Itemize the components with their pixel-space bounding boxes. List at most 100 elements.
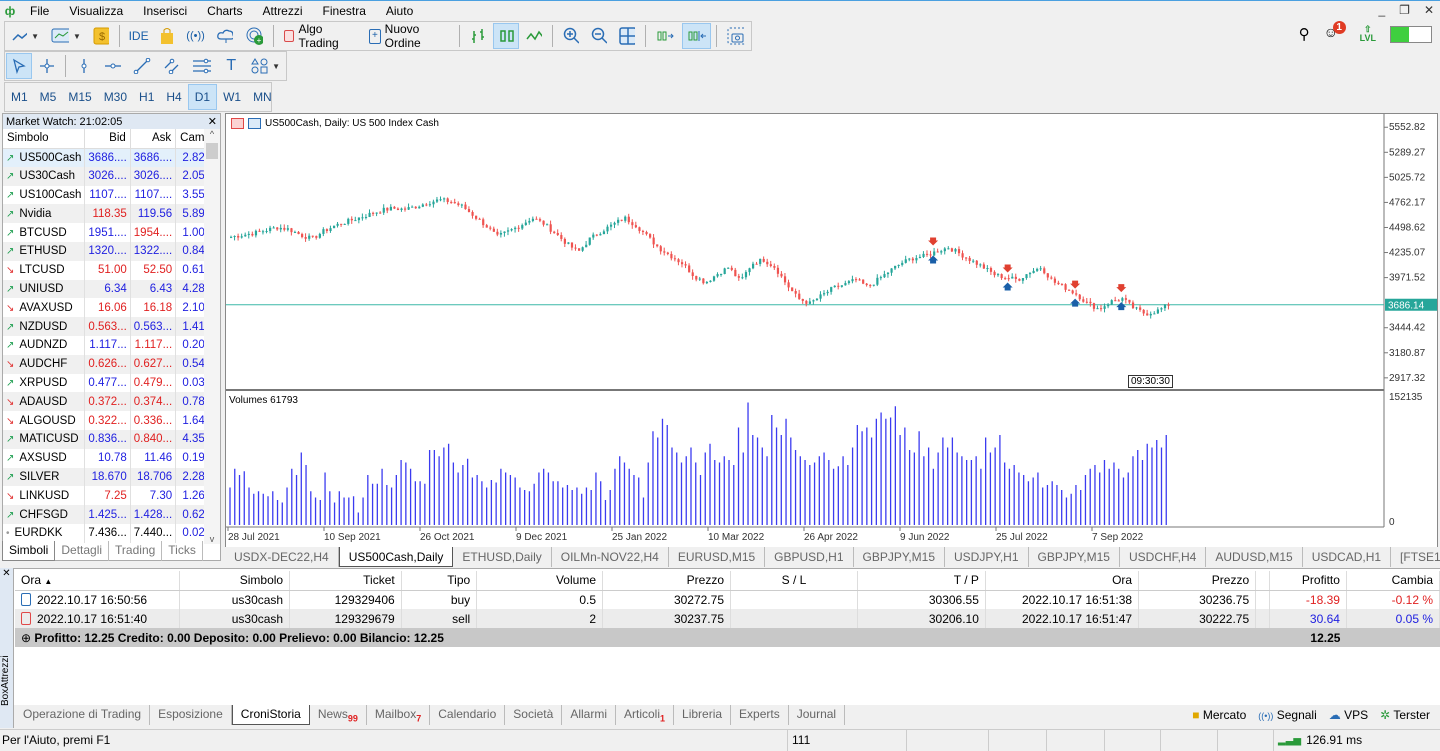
- toolbox-tab[interactable]: Articoli1: [616, 705, 675, 725]
- chart-template-dropdown[interactable]: ▼: [46, 23, 86, 49]
- chart-tab[interactable]: OILMn-NOV22,H4: [552, 547, 669, 567]
- toolbox-tab[interactable]: Libreria: [674, 705, 732, 725]
- menu-help[interactable]: Aiuto: [376, 4, 423, 18]
- column-header-type[interactable]: Tipo: [401, 571, 478, 591]
- column-header-close-price[interactable]: Prezzo: [1138, 571, 1257, 591]
- timeframe-mn[interactable]: MN: [247, 84, 278, 110]
- chart-window[interactable]: 5552.82 5289.27 5025.72 4762.17 4498.62 4235.…: [225, 113, 1438, 548]
- column-header-ticket[interactable]: Ticket: [289, 571, 402, 591]
- column-header-price[interactable]: Prezzo: [602, 571, 731, 591]
- algo-trading-button[interactable]: Algo Trading: [279, 22, 362, 50]
- market-watch-row[interactable]: ↗ US30Cash 3026.... 3026.... 2.05%: [3, 166, 220, 186]
- menu-insert[interactable]: Inserisci: [133, 4, 197, 18]
- toolbox-tab[interactable]: Operazione di Trading: [15, 705, 151, 725]
- vertical-line-tool[interactable]: [71, 53, 97, 79]
- channel-tool[interactable]: [158, 53, 185, 79]
- toolbox-tab[interactable]: Esposizione: [150, 705, 232, 725]
- market-watch-row[interactable]: • EURDKK 7.436... 7.440... 0.02%: [3, 523, 220, 543]
- timeframe-h1[interactable]: H1: [133, 84, 160, 110]
- tab-details[interactable]: Dettagli: [55, 541, 110, 561]
- market-watch-row[interactable]: ↘ AUDCHF 0.626... 0.627... 0.54%: [3, 354, 220, 374]
- chart-tab[interactable]: USDCAD,H1: [1303, 547, 1392, 567]
- zoom-out-button[interactable]: [586, 23, 612, 49]
- menu-file[interactable]: File: [20, 4, 59, 18]
- market-watch-row[interactable]: ↗ UNIUSD 6.34 6.43 4.28%: [3, 279, 220, 299]
- history-row[interactable]: 2022.10.17 16:51:40 us30cash 129329679 sell…: [15, 609, 1440, 628]
- chart-tab[interactable]: US500Cash,Daily: [338, 547, 454, 567]
- expand-icon[interactable]: ⊕: [21, 631, 31, 645]
- chart-canvas[interactable]: 5552.82 5289.27 5025.72 4762.17 4498.62 4235.…: [226, 114, 1439, 549]
- toolbox-tab[interactable]: News99: [310, 705, 367, 725]
- line-chart-dropdown[interactable]: ▼: [6, 23, 44, 49]
- timeframe-m30[interactable]: M30: [98, 84, 133, 110]
- depth-of-market-icon[interactable]: [248, 118, 261, 129]
- market-watch-row[interactable]: ↘ LINKUSD 7.25 7.30 1.26%: [3, 486, 220, 506]
- zoom-in-button[interactable]: [558, 23, 584, 49]
- market-watch-row[interactable]: ↗ Nvidia 118.35 119.56 5.89%: [3, 204, 220, 224]
- notifications-button[interactable]: ☺ 1: [1324, 21, 1346, 44]
- level-icon[interactable]: ⇧ LVL: [1360, 25, 1376, 43]
- market-button[interactable]: [154, 23, 180, 49]
- menu-view[interactable]: Visualizza: [59, 4, 133, 18]
- history-row[interactable]: 2022.10.17 16:50:56 us30cash 129329406 buy 0…: [15, 590, 1440, 609]
- restore-icon[interactable]: ❐: [1399, 3, 1410, 17]
- close-icon[interactable]: ✕: [1424, 3, 1434, 17]
- text-tool[interactable]: T: [218, 53, 244, 79]
- search-icon[interactable]: ⚲: [1299, 25, 1310, 43]
- market-watch-row[interactable]: ↗ AUDNZD 1.117... 1.117... 0.20%: [3, 335, 220, 355]
- market-watch-row[interactable]: ↗ ETHUSD 1320.... 1322.... 0.84%: [3, 241, 220, 261]
- close-icon[interactable]: ✕: [208, 115, 217, 128]
- chart-tab[interactable]: GBPJPY,M15: [854, 547, 946, 567]
- chart-tab[interactable]: AUDUSD,M15: [1206, 547, 1303, 567]
- market-watch-row[interactable]: ↘ LTCUSD 51.00 52.50 0.61%: [3, 260, 220, 280]
- chart-tab[interactable]: USDCHF,H4: [1120, 547, 1207, 567]
- trend-line-tool[interactable]: [128, 53, 155, 79]
- column-header-symbol[interactable]: Simbolo: [179, 571, 291, 591]
- chart-shift-button[interactable]: [682, 23, 712, 49]
- horizontal-line-tool[interactable]: [99, 53, 126, 79]
- column-header-profit[interactable]: Profitto: [1269, 571, 1347, 591]
- column-header-symbol[interactable]: Simbolo: [3, 129, 86, 149]
- signals-link[interactable]: ((•)) Segnali: [1258, 708, 1317, 722]
- market-watch-row[interactable]: ↗ US100Cash 1107.... 1107.... 3.55%: [3, 185, 220, 205]
- column-header-bid[interactable]: Bid: [84, 129, 131, 149]
- market-watch-scrollbar[interactable]: ^ v: [204, 129, 220, 544]
- toolbox-tab[interactable]: Calendario: [430, 705, 506, 725]
- connection-status[interactable]: ▂▃▅ 126.91 ms: [1273, 729, 1440, 751]
- column-header-open-time[interactable]: Ora ▲: [15, 571, 180, 591]
- minimize-icon[interactable]: _: [1378, 3, 1385, 17]
- market-watch-row[interactable]: ↗ US500Cash 3686.... 3686.... 2.82%: [3, 148, 220, 167]
- market-watch-row[interactable]: ↘ AVAXUSD 16.06 16.18 2.10%: [3, 298, 220, 318]
- fibonacci-tool[interactable]: [187, 53, 216, 79]
- deposit-button[interactable]: $: [88, 23, 114, 49]
- signals-button[interactable]: ((•)): [182, 23, 208, 49]
- cursor-tool[interactable]: [6, 53, 32, 79]
- menu-tools[interactable]: Attrezzi: [253, 4, 313, 18]
- column-header-volume[interactable]: Volume: [476, 571, 603, 591]
- market-watch-row[interactable]: ↗ MATICUSD 0.836... 0.840... 4.35%: [3, 429, 220, 449]
- market-link[interactable]: ■ Mercato: [1192, 708, 1246, 722]
- toolbox-tab[interactable]: Journal: [789, 705, 846, 725]
- one-click-trading-icon[interactable]: [231, 118, 244, 129]
- close-icon[interactable]: ✕: [0, 568, 13, 579]
- line-chart-button[interactable]: [521, 23, 547, 49]
- community-button[interactable]: +: [240, 23, 268, 49]
- new-order-button[interactable]: + Nuovo Ordine: [364, 22, 454, 50]
- toolbox-tab[interactable]: Mailbox7: [367, 705, 431, 725]
- tab-symbols[interactable]: Simboli: [2, 541, 56, 561]
- scroll-up-icon[interactable]: ^: [204, 129, 220, 139]
- market-watch-row[interactable]: ↗ XRPUSD 0.477... 0.479... 0.03%: [3, 373, 220, 393]
- chart-tab[interactable]: USDJPY,H1: [945, 547, 1029, 567]
- screenshot-button[interactable]: [722, 23, 750, 49]
- chart-tab[interactable]: GBPUSD,H1: [765, 547, 854, 567]
- menu-charts[interactable]: Charts: [197, 4, 252, 18]
- column-header-change[interactable]: Cambia: [1346, 571, 1440, 591]
- market-watch-row[interactable]: ↘ ALGOUSD 0.322... 0.336... 1.64%: [3, 411, 220, 430]
- timeframe-m1[interactable]: M1: [5, 84, 34, 110]
- market-watch-row[interactable]: ↗ CHFSGD 1.425... 1.428... 0.62%: [3, 505, 220, 524]
- column-header-tp[interactable]: T / P: [857, 571, 986, 591]
- vps-link[interactable]: ☁ VPS: [1329, 708, 1368, 722]
- timeframe-w1[interactable]: W1: [217, 84, 247, 110]
- tab-trading[interactable]: Trading: [109, 541, 163, 561]
- chart-tab[interactable]: USDX-DEC22,H4: [225, 547, 339, 567]
